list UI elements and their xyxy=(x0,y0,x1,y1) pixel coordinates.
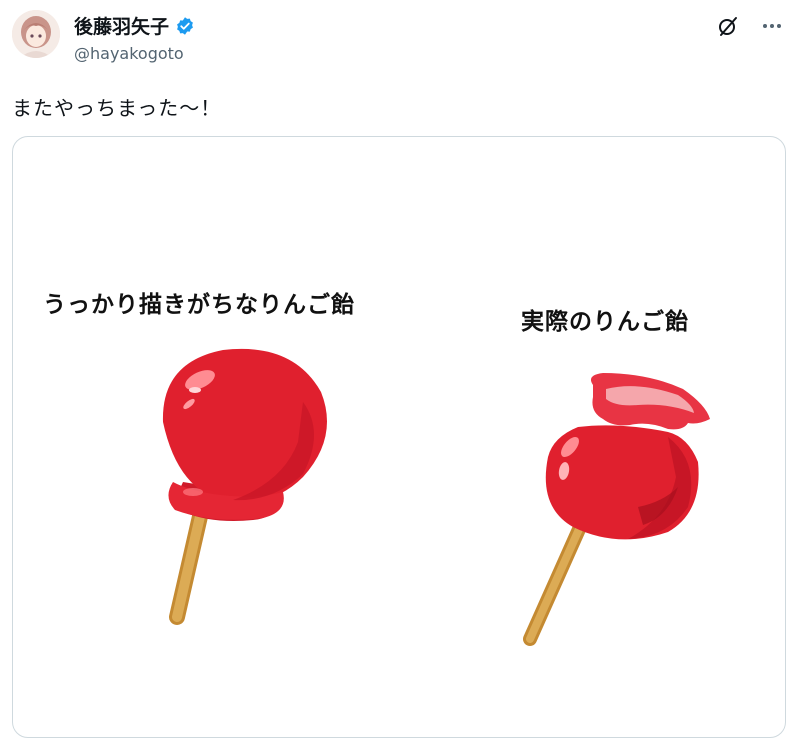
grok-button[interactable] xyxy=(714,12,742,40)
avatar[interactable] xyxy=(12,10,60,58)
handle[interactable]: @hayakogoto xyxy=(74,44,184,63)
candy-apple-cartoon-illustration xyxy=(162,348,327,625)
more-icon xyxy=(763,24,781,28)
candy-apple-realistic-illustration xyxy=(523,373,710,646)
tweet-text: またやっちまった～！ xyxy=(12,96,222,120)
caption-left: うっかり描きがちなりんご飴 xyxy=(43,292,355,318)
caption-right: 実際のりんご飴 xyxy=(521,309,689,335)
avatar-icon xyxy=(12,10,60,58)
verified-badge-icon xyxy=(177,16,193,35)
display-name[interactable]: 後藤羽矢子 xyxy=(74,12,169,39)
grok-icon xyxy=(719,17,737,36)
media-image[interactable]: うっかり描きがちなりんご飴 実際のりんご飴 xyxy=(12,136,786,738)
more-button[interactable] xyxy=(758,12,786,40)
